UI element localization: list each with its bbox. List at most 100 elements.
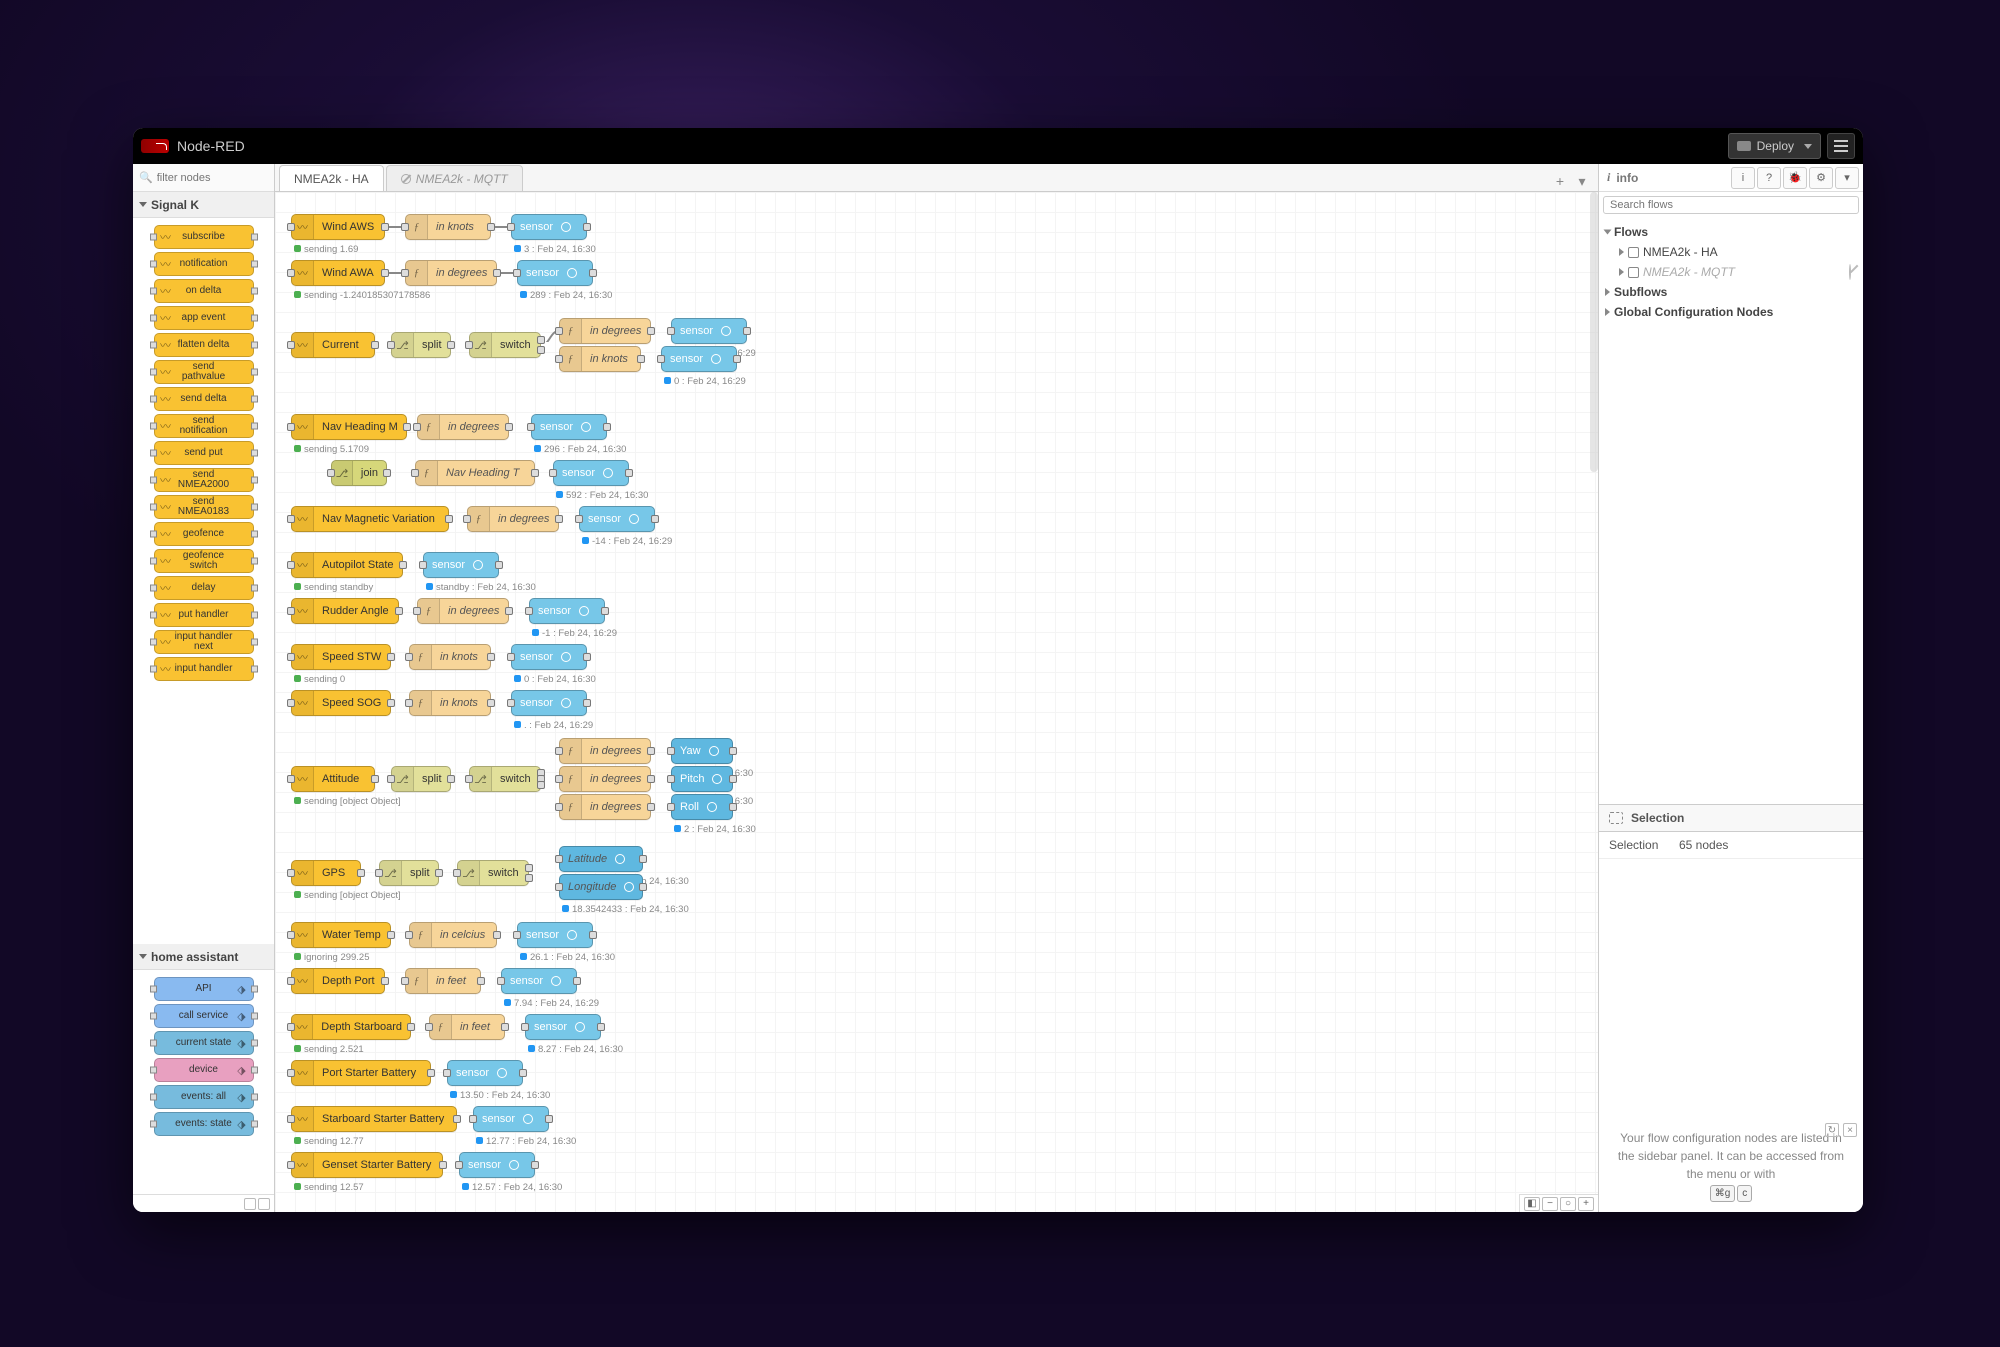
flow-node[interactable]: Yaw. : Feb 24, 16:30 (671, 738, 733, 764)
output-port[interactable] (445, 515, 453, 523)
flow-node[interactable]: sensor289 : Feb 24, 16:30 (517, 260, 593, 286)
flow-node[interactable]: sensor296 : Feb 24, 16:30 (531, 414, 607, 440)
tree-flow-inactive[interactable]: NMEA2k - MQTT (1599, 262, 1863, 282)
input-port[interactable] (401, 269, 409, 277)
flow-node[interactable]: 〰Wind AWAsending -1.240185307178586 (291, 260, 385, 286)
palette-node[interactable]: ⬗current state (154, 1031, 254, 1055)
flow-node[interactable]: 〰Genset Starter Batterysending 12.57 (291, 1152, 443, 1178)
flow-node[interactable]: ƒin degrees (559, 738, 651, 764)
input-port[interactable] (527, 423, 535, 431)
input-port[interactable] (287, 561, 295, 569)
output-port[interactable] (573, 977, 581, 985)
input-port[interactable] (555, 747, 563, 755)
flow-node[interactable]: ƒin knots (409, 644, 491, 670)
palette-expand-icon[interactable] (258, 1198, 270, 1210)
output-port[interactable] (487, 653, 495, 661)
output-port[interactable] (403, 423, 411, 431)
input-port[interactable] (287, 869, 295, 877)
zoom-out-button[interactable]: − (1542, 1197, 1558, 1211)
palette-node[interactable]: 〰send put (154, 441, 254, 465)
palette-node[interactable]: 〰send NMEA2000 (154, 468, 254, 492)
flow-node[interactable]: 〰Wind AWSsending 1.69 (291, 214, 385, 240)
flow-node[interactable]: ⎇switch (469, 332, 541, 358)
output-port[interactable] (407, 1023, 415, 1031)
input-port[interactable] (287, 1115, 295, 1123)
sidebar-debug-button[interactable]: 🐞 (1783, 167, 1807, 189)
input-port[interactable] (667, 803, 675, 811)
flow-node[interactable]: sensor12.77 : Feb 24, 16:30 (473, 1106, 549, 1132)
output-port[interactable] (651, 515, 659, 523)
flow-node[interactable]: 〰Attitudesending [object Object] (291, 766, 375, 792)
output-port[interactable] (435, 869, 443, 877)
input-port[interactable] (453, 869, 461, 877)
output-port[interactable] (477, 977, 485, 985)
palette-node[interactable]: 〰send delta (154, 387, 254, 411)
input-port[interactable] (287, 223, 295, 231)
flow-node[interactable]: ƒin knots (559, 346, 641, 372)
output-port[interactable] (501, 1023, 509, 1031)
input-port[interactable] (575, 515, 583, 523)
input-port[interactable] (507, 653, 515, 661)
input-port[interactable] (667, 327, 675, 335)
output-port[interactable] (505, 423, 513, 431)
flow-node[interactable]: ƒin degrees (559, 766, 651, 792)
flow-node[interactable]: ⎇split (391, 766, 451, 792)
flow-node[interactable]: ƒin degrees (467, 506, 559, 532)
flow-node[interactable]: ƒin knots (409, 690, 491, 716)
flow-node[interactable]: ƒin feet (429, 1014, 505, 1040)
output-port[interactable] (545, 1115, 553, 1123)
output-port[interactable] (583, 699, 591, 707)
input-port[interactable] (287, 699, 295, 707)
output-port[interactable] (555, 515, 563, 523)
output-port[interactable] (427, 1069, 435, 1077)
palette-category[interactable]: Signal K (133, 192, 274, 218)
input-port[interactable] (513, 269, 521, 277)
input-port[interactable] (287, 269, 295, 277)
input-port[interactable] (327, 469, 335, 477)
palette-node[interactable]: 〰put handler (154, 603, 254, 627)
output-port[interactable] (447, 775, 455, 783)
flow-node[interactable]: sensor-14 : Feb 24, 16:29 (579, 506, 655, 532)
output-port[interactable] (505, 607, 513, 615)
output-port[interactable] (383, 469, 391, 477)
input-port[interactable] (667, 775, 675, 783)
input-port[interactable] (507, 223, 515, 231)
output-port[interactable] (647, 327, 655, 335)
input-port[interactable] (287, 607, 295, 615)
flow-node[interactable]: ƒin feet (405, 968, 481, 994)
output-port[interactable] (487, 699, 495, 707)
flow-canvas[interactable]: 〰Wind AWSsending 1.69ƒin knotssensor3 : … (275, 192, 1598, 1212)
palette-node[interactable]: 〰flatten delta (154, 333, 254, 357)
output-port[interactable] (589, 931, 597, 939)
output-port[interactable] (729, 775, 737, 783)
output-port[interactable] (493, 931, 501, 939)
palette-node[interactable]: 〰geofence (154, 522, 254, 546)
input-port[interactable] (455, 1161, 463, 1169)
palette-node[interactable]: ⬗events: all (154, 1085, 254, 1109)
flow-node[interactable]: Pitch. : Feb 24, 16:30 (671, 766, 733, 792)
flow-node[interactable]: 〰Rudder Angle (291, 598, 399, 624)
input-port[interactable] (465, 341, 473, 349)
output-port[interactable] (487, 223, 495, 231)
flow-node[interactable]: ƒin degrees (559, 794, 651, 820)
input-port[interactable] (287, 1023, 295, 1031)
flow-node[interactable]: ƒin degrees (417, 414, 509, 440)
output-port[interactable] (519, 1069, 527, 1077)
flow-node[interactable]: ƒin degrees (405, 260, 497, 286)
flow-node[interactable]: 〰Depth Starboardsending 2.521 (291, 1014, 411, 1040)
output-port[interactable] (537, 781, 545, 789)
input-port[interactable] (405, 699, 413, 707)
flow-node[interactable]: 〰GPSsending [object Object] (291, 860, 361, 886)
input-port[interactable] (387, 341, 395, 349)
input-port[interactable] (387, 775, 395, 783)
flow-node[interactable]: 〰Current (291, 332, 375, 358)
input-port[interactable] (443, 1069, 451, 1077)
sidebar-tab-info[interactable]: iinfo (1599, 170, 1729, 185)
output-port[interactable] (531, 469, 539, 477)
output-port[interactable] (453, 1115, 461, 1123)
input-port[interactable] (287, 931, 295, 939)
sidebar-info-button[interactable]: i (1731, 167, 1755, 189)
output-port[interactable] (381, 269, 389, 277)
input-port[interactable] (465, 775, 473, 783)
output-port[interactable] (743, 327, 751, 335)
